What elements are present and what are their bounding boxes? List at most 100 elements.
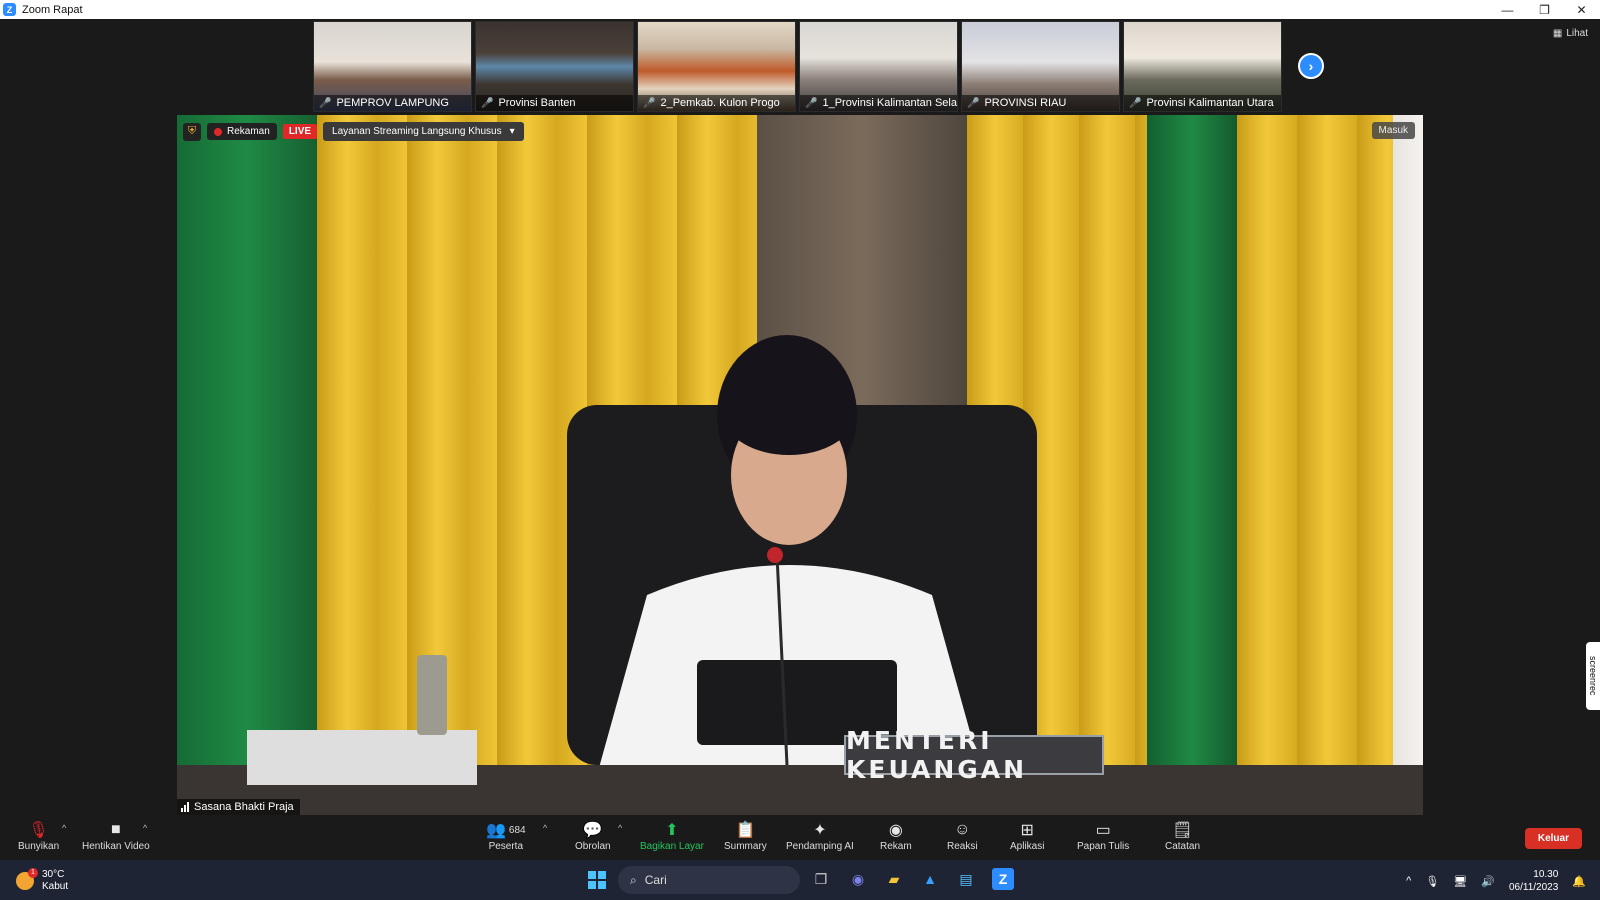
- notes-icon: 🗒: [1172, 822, 1193, 839]
- weather-widget[interactable]: 1 30°C Kabut: [16, 868, 69, 893]
- network-icon[interactable]: 🖥: [1453, 875, 1467, 888]
- chevron-up-icon[interactable]: ^: [1406, 875, 1411, 887]
- whiteboard-icon: ▭: [1095, 822, 1111, 839]
- share-screen-icon: ⬆: [665, 822, 679, 839]
- apps-button[interactable]: ⊞ Aplikasi: [1010, 819, 1044, 852]
- volume-icon[interactable]: 🔊: [1481, 875, 1495, 888]
- window-title: Zoom Rapat: [22, 3, 83, 16]
- record-icon: ◉: [888, 822, 903, 839]
- view-button[interactable]: ▦ Lihat: [1553, 28, 1588, 39]
- window-controls: — ❐ ✕: [1489, 0, 1600, 19]
- signal-strength-icon: [181, 802, 189, 812]
- title-bar: Z Zoom Rapat — ❐ ✕: [0, 0, 1600, 19]
- muted-mic-icon: 🎤: [319, 97, 332, 109]
- share-screen-button[interactable]: ⬆ Bagikan Layar: [640, 819, 704, 852]
- muted-mic-icon: 🎤: [1129, 97, 1142, 109]
- file-explorer-icon[interactable]: ▰: [883, 868, 905, 890]
- audio-options-caret[interactable]: ^: [62, 823, 66, 833]
- record-dot-icon: [214, 127, 222, 136]
- speaker-name: Sasana Bhakti Praja: [194, 801, 294, 813]
- windows-start-icon[interactable]: [588, 871, 606, 889]
- muted-mic-icon: 🎤: [967, 97, 980, 109]
- zoom-taskbar-icon[interactable]: Z: [992, 868, 1014, 890]
- participant-name: 🎤 1_Provinsi Kalimantan Selat...: [800, 95, 957, 111]
- stop-video-button[interactable]: ■ Hentikan Video: [82, 819, 150, 852]
- participant-name: 🎤 2_Pemkab. Kulon Progo: [638, 95, 795, 111]
- mic-muted-icon: 🎙: [28, 822, 49, 839]
- teams-chat-icon[interactable]: ◉: [847, 868, 869, 890]
- weather-condition: Kabut: [42, 881, 69, 892]
- taskbar: 1 30°C Kabut ⌕ Cari ❐ ◉ ▰ ▲ ▤ Z ^ 🎙 🖥 🔊 …: [0, 860, 1600, 900]
- recording-label: Rekaman: [227, 126, 270, 137]
- clock[interactable]: 10.30 06/11/2023: [1509, 868, 1558, 894]
- apps-icon: ⊞: [1020, 822, 1034, 839]
- speaker-name-tag: Sasana Bhakti Praja: [177, 799, 300, 815]
- chat-button[interactable]: 💬 Obrolan: [575, 819, 611, 852]
- muted-mic-icon: 🎤: [643, 97, 656, 109]
- chat-options-caret[interactable]: ^: [618, 823, 622, 833]
- smiley-icon: ☺: [954, 821, 971, 838]
- participant-tile[interactable]: 🎤 Provinsi Banten: [475, 21, 634, 112]
- summary-button[interactable]: 📋 Summary: [724, 819, 767, 852]
- participants-options-caret[interactable]: ^: [543, 823, 547, 833]
- video-options-caret[interactable]: ^: [143, 823, 147, 833]
- weather-sun-icon: 1: [16, 868, 38, 890]
- join-button[interactable]: Masuk: [1371, 122, 1415, 139]
- restore-button[interactable]: ❐: [1526, 0, 1563, 19]
- whiteboard-button[interactable]: ▭ Papan Tulis: [1077, 819, 1129, 852]
- notification-badge: 1: [28, 868, 38, 878]
- gallery-strip: 🎤 PEMPROV LAMPUNG 🎤 Provinsi Banten 🎤 2_Pem…: [313, 21, 1282, 112]
- screenrec-tab[interactable]: screenrec: [1586, 642, 1600, 710]
- unmute-button[interactable]: 🎙 Bunyikan: [18, 819, 59, 852]
- participants-button[interactable]: 👥 684 Peserta: [486, 819, 526, 852]
- participant-tile[interactable]: 🎤 PEMPROV LAMPUNG: [313, 21, 472, 112]
- participant-tile[interactable]: 🎤 Provinsi Kalimantan Utara: [1123, 21, 1282, 112]
- next-page-button[interactable]: ›: [1298, 53, 1324, 79]
- chat-bubble-icon: 💬: [582, 822, 603, 839]
- temperature: 30°C: [42, 869, 65, 880]
- search-placeholder: Cari: [644, 873, 667, 887]
- photos-icon[interactable]: ▲: [919, 868, 941, 890]
- participant-name: 🎤 Provinsi Kalimantan Utara: [1124, 95, 1281, 111]
- view-label: Lihat: [1566, 28, 1588, 39]
- stream-service-dropdown[interactable]: Layanan Streaming Langsung Khusus ▾: [323, 122, 524, 141]
- stream-service-label: Layanan Streaming Langsung Khusus: [332, 126, 502, 137]
- notepad-icon[interactable]: ▤: [955, 868, 977, 890]
- participant-name: 🎤 Provinsi Banten: [476, 95, 633, 111]
- sparkle-icon: ✦: [813, 822, 827, 839]
- muted-mic-icon: 🎤: [805, 97, 818, 109]
- microphone-icon[interactable]: 🎙: [1425, 875, 1439, 888]
- search-icon: ⌕: [630, 872, 637, 887]
- muted-mic-icon: 🎤: [481, 97, 494, 109]
- close-button[interactable]: ✕: [1563, 0, 1600, 19]
- clock-date: 06/11/2023: [1508, 882, 1559, 893]
- ai-companion-button[interactable]: ✦ Pendamping AI: [786, 819, 854, 852]
- shield-icon[interactable]: ⛨: [183, 122, 201, 141]
- leave-button[interactable]: Keluar: [1524, 828, 1582, 849]
- meeting-toolbar: 🎙 Bunyikan ^ ■ Hentikan Video ^ 👥 684 Pes…: [0, 817, 1600, 860]
- system-tray: ^ 🎙 🖥 🔊 10.30 06/11/2023 🔔: [1406, 868, 1586, 894]
- minimize-button[interactable]: —: [1489, 0, 1526, 19]
- main-video[interactable]: ⛨ Rekaman LIVE Layanan Streaming Langsun…: [177, 115, 1423, 815]
- recording-indicator[interactable]: Rekaman: [207, 123, 277, 140]
- participant-name: 🎤 PROVINSI RIAU: [962, 95, 1119, 111]
- caret-down-icon: ▾: [509, 126, 515, 137]
- participant-tile[interactable]: 🎤 2_Pemkab. Kulon Progo: [637, 21, 796, 112]
- taskbar-search[interactable]: ⌕ Cari: [618, 866, 800, 894]
- notification-icon[interactable]: 🔔: [1572, 875, 1586, 888]
- zoom-logo-icon: Z: [3, 3, 16, 16]
- people-icon: 👥: [486, 822, 506, 839]
- participant-tile[interactable]: 🎤 1_Provinsi Kalimantan Selat...: [799, 21, 958, 112]
- participant-count: 684: [508, 824, 526, 836]
- participant-tile[interactable]: 🎤 PROVINSI RIAU: [961, 21, 1120, 112]
- meeting-status-bar: ⛨ Rekaman LIVE Layanan Streaming Langsun…: [183, 122, 524, 141]
- participant-name: 🎤 PEMPROV LAMPUNG: [314, 95, 471, 111]
- reactions-button[interactable]: ☺ Reaksi: [947, 819, 978, 852]
- notes-button[interactable]: 🗒 Catatan: [1165, 819, 1200, 852]
- record-button[interactable]: ◉ Rekam: [880, 819, 912, 852]
- task-view-icon[interactable]: ❐: [810, 868, 832, 890]
- video-camera-icon: ■: [110, 821, 121, 838]
- chevron-right-icon: ›: [1308, 58, 1314, 74]
- summary-icon: 📋: [735, 822, 756, 839]
- clock-time: 10.30: [1533, 869, 1559, 880]
